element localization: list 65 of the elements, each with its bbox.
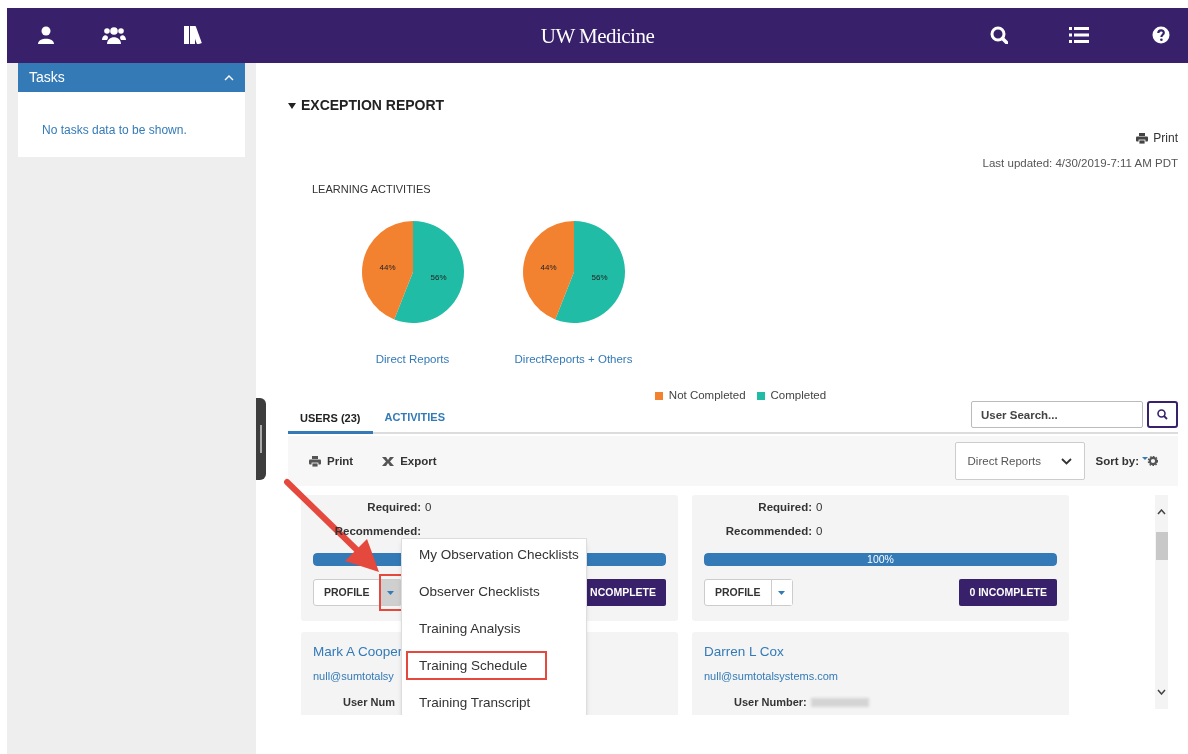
field-label: User Num: [343, 695, 395, 710]
last-updated-text: Last updated: 4/30/2019-7:11 AM PDT: [982, 156, 1178, 171]
menu-item[interactable]: Training Transcript: [406, 688, 544, 716]
user-name-link[interactable]: Darren L Cox: [704, 642, 784, 663]
search-button[interactable]: [1147, 401, 1178, 429]
list-icon[interactable]: [1069, 26, 1089, 44]
scroll-thumb[interactable]: [1155, 532, 1168, 561]
dropdown-toggle[interactable]: [379, 580, 401, 606]
sort-button[interactable]: Sort by:: [1095, 452, 1158, 470]
caret-icon[interactable]: [288, 102, 296, 109]
printer-icon: [1136, 132, 1149, 144]
chevron-down-icon: [1060, 457, 1072, 465]
legend-label: Completed: [770, 388, 827, 403]
menu-item[interactable]: Training Analysis: [406, 614, 534, 644]
progress-label: 100%: [867, 553, 894, 567]
print-link[interactable]: Print: [1136, 129, 1178, 147]
scroll-up-icon: [1157, 509, 1166, 516]
data-label: 44%: [379, 262, 395, 272]
email-link[interactable]: null@sumtotalsystems.com: [704, 667, 839, 684]
export-button[interactable]: Export: [382, 452, 437, 470]
scroll-down-icon: [1157, 689, 1166, 696]
field-value: 0: [816, 523, 823, 539]
search-icon: [1157, 409, 1168, 421]
section-title: EXCEPTION REPORT: [301, 96, 445, 115]
print-button[interactable]: Print: [309, 452, 354, 470]
tab[interactable]: ACTIVITIES: [372, 402, 458, 433]
legend-label: Not Completed: [668, 388, 746, 403]
field-value: 0: [816, 499, 823, 515]
chart-section-title: LEARNING ACTIVITIES: [312, 182, 431, 198]
data-label: 56%: [591, 272, 607, 282]
caret-down-icon: [778, 590, 785, 595]
chart-caption[interactable]: Direct Reports: [375, 350, 450, 368]
help-icon[interactable]: [1152, 26, 1170, 44]
person-icon[interactable]: [37, 26, 55, 44]
menu-item[interactable]: Training Schedule: [406, 651, 548, 681]
scrollbar[interactable]: [1155, 495, 1168, 710]
data-label: 44%: [540, 262, 556, 272]
field-label: User Number:: [734, 695, 807, 710]
chart-caption[interactable]: DirectReports + Others: [514, 350, 633, 368]
field-label: Required:: [757, 499, 812, 515]
gear-icon: [1142, 456, 1158, 467]
panel-header[interactable]: Tasks: [18, 63, 245, 92]
menu-item[interactable]: My Observation Checklists: [406, 540, 592, 570]
collapse-handle[interactable]: [256, 398, 266, 480]
export-icon: [382, 456, 395, 466]
field-label: Required:: [366, 499, 421, 515]
email-link[interactable]: null@sumtotalsy: [313, 667, 394, 684]
dropdown-toggle[interactable]: [770, 580, 792, 606]
data-label: 56%: [430, 272, 446, 282]
people-group-icon[interactable]: [102, 26, 126, 44]
search-icon[interactable]: [990, 26, 1008, 44]
section-toggle[interactable]: EXCEPTION REPORT: [288, 95, 445, 116]
empty-message: No tasks data to be shown.: [42, 123, 187, 137]
printer-icon: [309, 455, 321, 467]
app-title: UW Medicine: [540, 23, 655, 50]
caret-down-icon: [387, 590, 394, 595]
incomplete-button[interactable]: 0 INCOMPLETE: [959, 579, 1057, 607]
panel-title: Tasks: [29, 68, 65, 87]
filter-dropdown[interactable]: Direct Reports: [954, 442, 1085, 481]
field-value: 0: [425, 499, 432, 515]
user-name-link[interactable]: Mark A Cooper: [313, 642, 403, 663]
search-field[interactable]: User Search...: [971, 401, 1143, 429]
chevron-icon[interactable]: [224, 74, 234, 81]
menu-item[interactable]: Observer Checklists: [406, 577, 553, 607]
field-label: Recommended:: [724, 523, 812, 539]
